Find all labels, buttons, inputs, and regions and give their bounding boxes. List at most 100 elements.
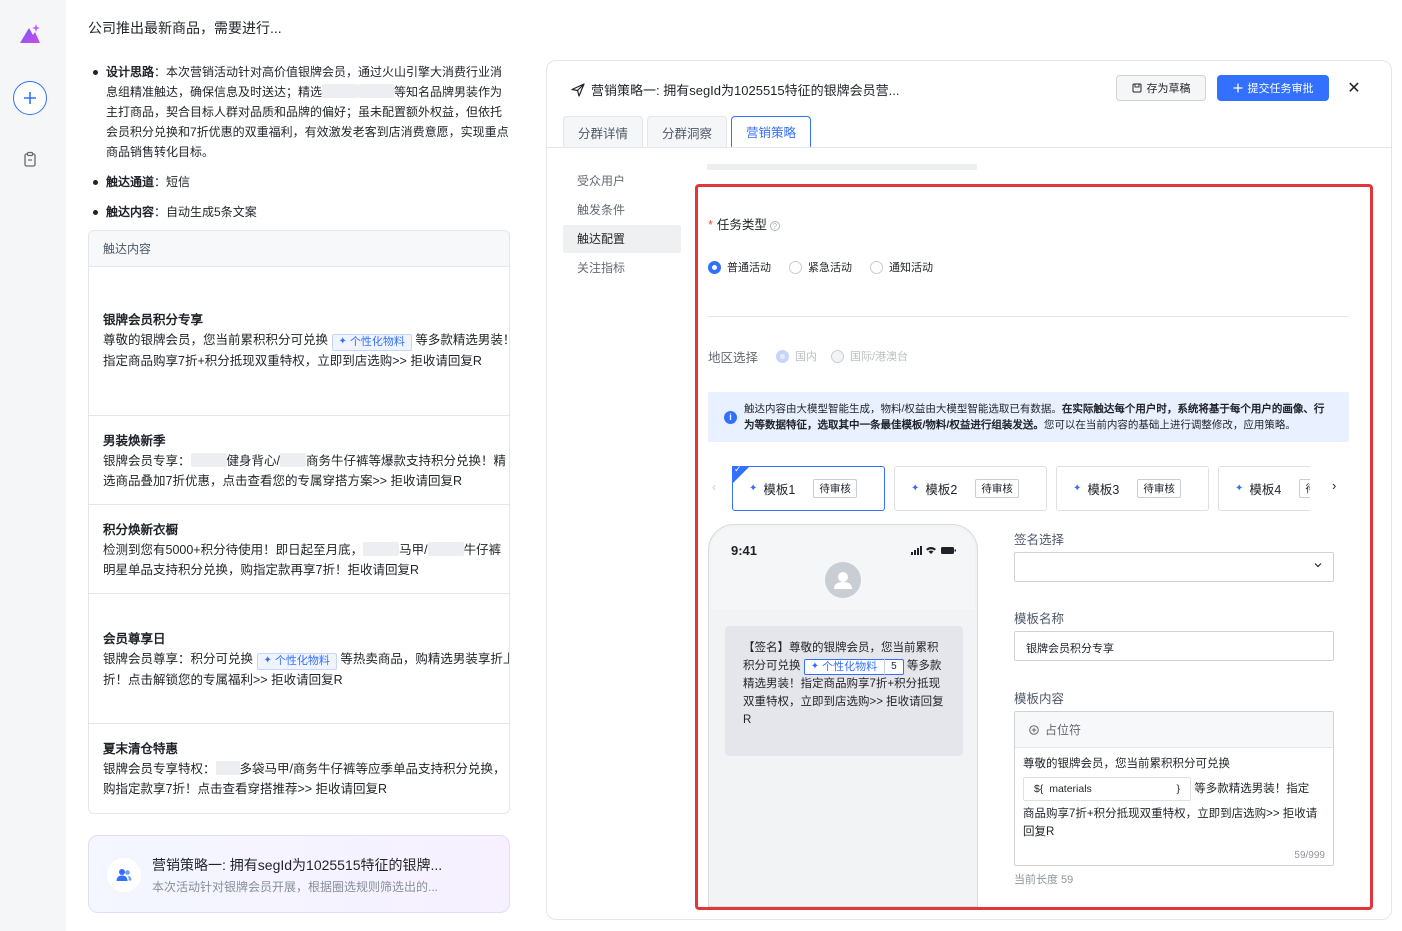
radio-urgent[interactable]: 紧急活动: [789, 259, 852, 275]
editor-body[interactable]: 尊敬的银牌会员，您当前累积积分可兑换 ${ materials} 等多款精选男装…: [1015, 748, 1333, 848]
text: 您可以在当前内容的基础上进行调整修改，应用策略。: [1043, 419, 1296, 431]
tab-marketing-strategy[interactable]: 营销策略: [731, 116, 812, 148]
app-logo-icon[interactable]: [18, 22, 42, 46]
label-text: 任务类型: [716, 218, 767, 232]
text: 尊敬的银牌会员，您当前累积积分可兑换: [103, 333, 329, 347]
bullet-label: 触达内容: [106, 205, 155, 219]
text: 触达内容由大模型智能生成，物料/权益由大模型智能选取已有数据。: [744, 403, 1062, 415]
bullet-text: ：自动生成5条文案: [154, 205, 257, 219]
message-line: 尊敬的银牌会员，您当前累积积分可兑换 ✦ 个性化物料 等多款精选男装！: [103, 330, 509, 351]
chip-label: 个性化物料: [274, 655, 330, 667]
text: 等多款精选男装！: [415, 333, 510, 347]
design-summary: 设计思路：本次营销活动针对高价值银牌会员，通过火山引擎大消费行业消息组精准触达，…: [88, 62, 513, 232]
subnav-reach-config[interactable]: 触达配置: [563, 225, 681, 253]
sparkle-icon: ✦: [338, 336, 347, 347]
sparkle-icon: ✦: [263, 655, 272, 666]
radio-dot: [870, 260, 883, 274]
radio-dot: [708, 260, 721, 274]
app-sidebar: [0, 0, 66, 931]
content-table: 触达内容 银牌会员积分专享 尊敬的银牌会员，您当前累积积分可兑换 ✦ 个性化物料 …: [88, 230, 510, 814]
radio-dot: [776, 349, 789, 363]
placeholder-button[interactable]: 占位符: [1029, 721, 1081, 738]
bullet-text: ：短信: [154, 175, 191, 189]
var-suffix: }: [1176, 783, 1180, 795]
tab-segment-detail[interactable]: 分群详情: [563, 116, 644, 148]
send-icon: [571, 82, 585, 97]
material-chip: ✦ 个性化物料 5: [803, 658, 904, 676]
template-overflow: ✦ 模板4 待审核: [1204, 466, 1310, 511]
radio-domestic[interactable]: 国内: [776, 348, 817, 364]
chevron-down-icon: [1313, 560, 1323, 573]
submit-label: 提交任务审批: [1247, 83, 1314, 95]
table-header: 触达内容: [89, 231, 509, 267]
plus-icon: [1233, 83, 1242, 93]
submit-approval-button[interactable]: 提交任务审批: [1217, 75, 1329, 101]
close-icon[interactable]: ✕: [1343, 77, 1365, 99]
phone-preview: 9:41 【签名】尊敬的银牌会员，您当前累积积分可兑换 ✦ 个性化物料 5 等多款精…: [708, 524, 978, 907]
info-icon: i: [724, 411, 737, 424]
current-length: 当前长度 59: [1014, 874, 1074, 886]
highlight-box: * 任务类型? 普通活动 紧急活动 通知活动 地区选择 国内 国际/港澳台 i 触…: [695, 184, 1373, 910]
sparkle-icon: ✦: [911, 483, 920, 494]
scroll-edge: [707, 164, 977, 170]
radio-normal[interactable]: 普通活动: [708, 259, 771, 275]
subnav-metrics[interactable]: 关注指标: [563, 254, 681, 282]
new-chat-button[interactable]: [13, 81, 47, 115]
template-card[interactable]: ✦ 模板2 待审核: [894, 466, 1047, 511]
check-icon: ✓: [734, 464, 742, 474]
chevron-right-icon[interactable]: ›: [1332, 478, 1336, 493]
redacted-block: [427, 542, 464, 556]
sparkle-icon: ✦: [1073, 483, 1082, 494]
save-icon: [1132, 83, 1141, 93]
text: 多袋马甲/商务牛仔裤等应季单品支持积分兑换，: [239, 762, 506, 776]
text: 马甲/: [399, 543, 428, 557]
template-name-label: 模板名称: [1014, 612, 1065, 626]
text: 牛仔裤: [463, 543, 502, 557]
text: 健身背心/: [226, 454, 280, 468]
info-banner: i 触达内容由大模型智能生成，物料/权益由大模型智能选取已有数据。在实际触达每个…: [708, 392, 1349, 442]
message-title: 银牌会员积分专享: [103, 313, 204, 327]
message-line: 检测到您有5000+积分待使用！即日起至月底， 马甲/牛仔裤: [103, 540, 501, 560]
region-radio-group: 国内 国际/港澳台: [776, 348, 908, 364]
tab-segment-insight[interactable]: 分群洞察: [647, 116, 728, 148]
template-content-label: 模板内容: [1014, 692, 1065, 706]
redacted-block: [358, 84, 395, 98]
template-name-input[interactable]: 银牌会员积分专享: [1014, 631, 1334, 661]
status-badge: 待审核: [1137, 479, 1181, 498]
region-label: 地区选择: [708, 351, 759, 365]
panel-tabs: 分群详情 分群洞察 营销策略: [563, 116, 812, 148]
subnav-trigger[interactable]: 触发条件: [563, 196, 681, 224]
template-content-editor[interactable]: 占位符 尊敬的银牌会员，您当前累积积分可兑换 ${ materials} 等多款…: [1014, 711, 1334, 866]
help-icon[interactable]: ?: [769, 221, 780, 231]
save-draft-button[interactable]: 存为草稿: [1116, 75, 1206, 101]
strategy-card[interactable]: 营销策略一: 拥有segId为1025515特征的银牌... 本次活动针对银牌会…: [88, 835, 510, 913]
plus-circle-icon: [1029, 724, 1039, 735]
message-line: 银牌会员尊享：积分可兑换 ✦ 个性化物料 等热卖商品，购精选男装享折上: [103, 649, 509, 670]
table-row: 夏末清仓特惠 银牌会员专享特权： 多袋马甲/商务牛仔裤等应季单品支持积分兑换， 购…: [89, 724, 509, 813]
radio-international[interactable]: 国际/港澳台: [831, 348, 908, 364]
radio-label: 国际/港澳台: [850, 351, 909, 363]
message-line: 选商品叠加7折优惠，点击查看您的专属穿搭方案>> 拒收请回复R: [103, 474, 463, 488]
message-line: 指定商品购享7折+积分抵现双重特权，立即到店选购>> 拒收请回复R: [103, 353, 482, 368]
redacted-block: [190, 453, 227, 467]
signature-label: 签名选择: [1014, 533, 1065, 547]
template-card[interactable]: ✓ ✦ 模板1 待审核: [732, 464, 885, 511]
content-text: 商品购享7折+积分抵现双重特权，立即到店选购>> 拒收请回复R: [1023, 808, 1318, 838]
plus-icon: [24, 92, 36, 104]
redacted-block: [363, 542, 400, 556]
chevron-left-icon[interactable]: ‹: [712, 480, 716, 494]
template-card[interactable]: ✦ 模板4 待审核: [1218, 466, 1310, 511]
message-title: 夏末清仓特惠: [103, 742, 179, 756]
strategy-panel: 营销策略一: 拥有segId为1025515特征的银牌会员营... 存为草稿 提…: [546, 60, 1392, 920]
subnav-audience[interactable]: 受众用户: [563, 167, 681, 195]
message-title: 男装焕新季: [103, 434, 166, 448]
sparkle-icon: ✦: [810, 661, 820, 672]
variable-token[interactable]: ${ materials}: [1023, 777, 1191, 801]
radio-dot: [831, 349, 844, 363]
text: 检测到您有5000+积分待使用！即日起至月底，: [103, 543, 364, 557]
radio-notice[interactable]: 通知活动: [870, 259, 933, 275]
template-card[interactable]: ✦ 模板3 待审核: [1056, 466, 1209, 511]
clipboard-icon[interactable]: [22, 151, 38, 167]
task-type-label: * 任务类型?: [708, 214, 780, 233]
signature-select[interactable]: [1014, 552, 1334, 582]
